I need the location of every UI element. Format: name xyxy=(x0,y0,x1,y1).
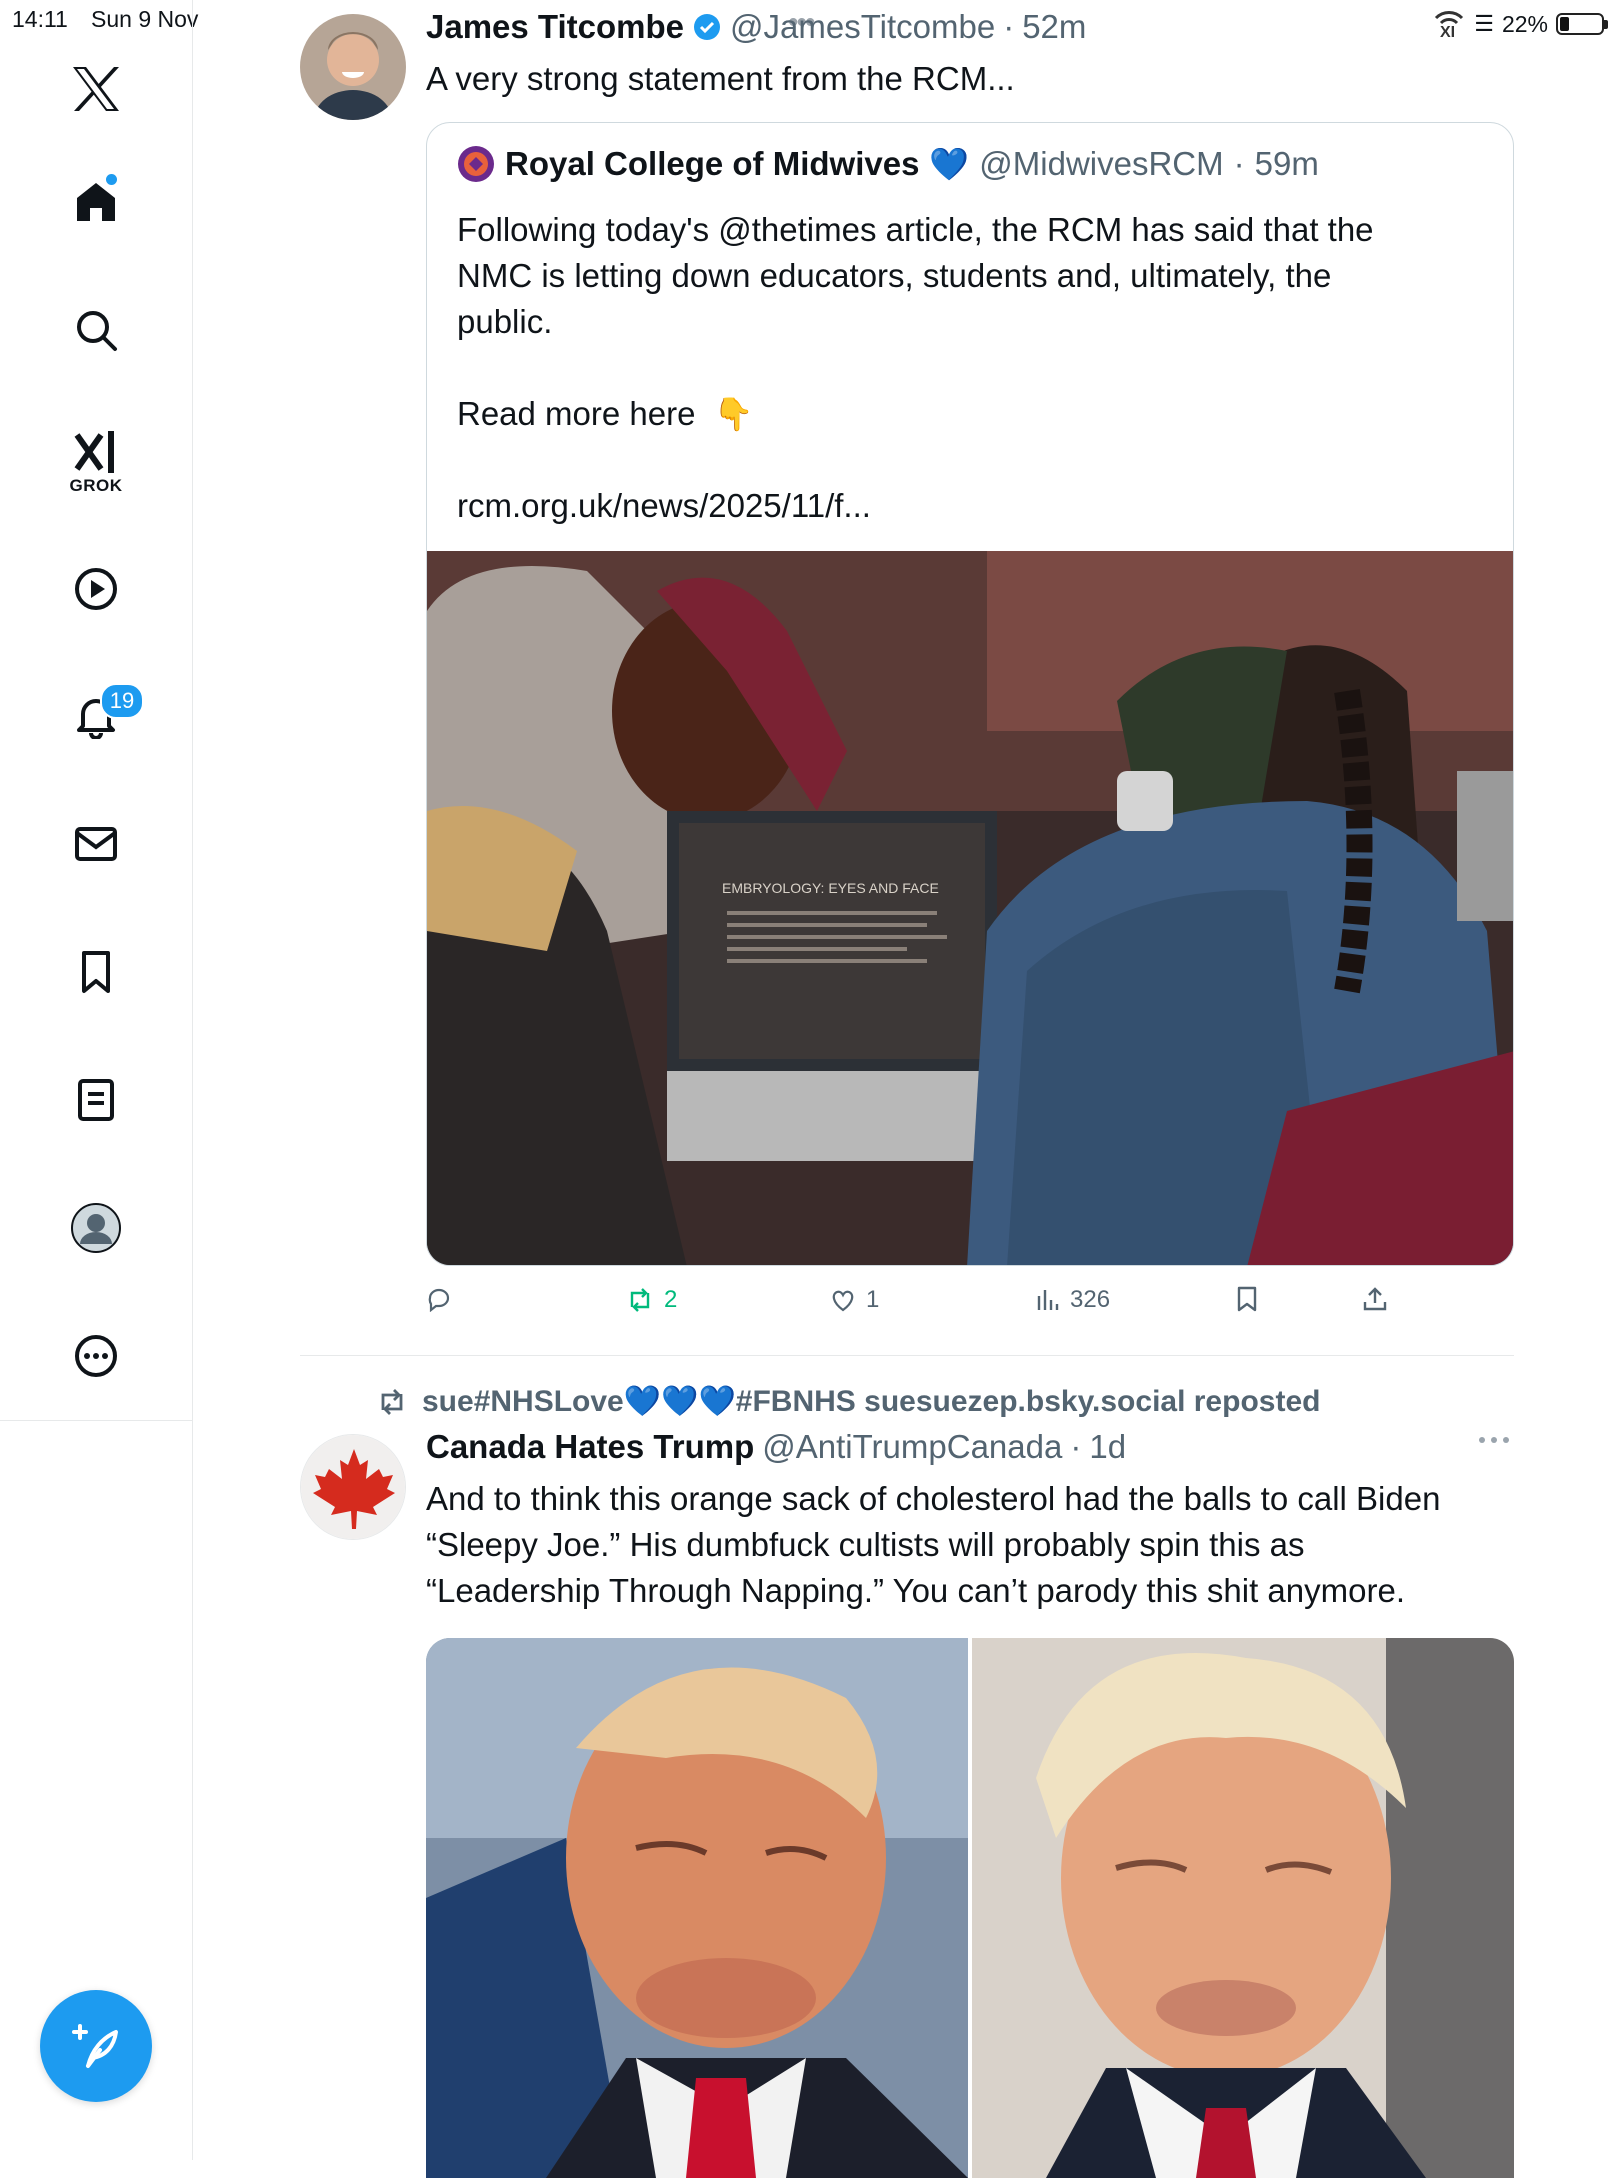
nav-messages[interactable] xyxy=(62,810,130,878)
laptop-screen-text: EMBRYOLOGY: EYES AND FACE xyxy=(722,880,939,896)
nav-profile[interactable] xyxy=(62,1194,130,1262)
tweet-media[interactable] xyxy=(426,1638,1514,2178)
more-options-button[interactable] xyxy=(1478,1432,1510,1453)
svg-text:XI: XI xyxy=(1440,24,1455,38)
search-icon xyxy=(77,311,117,351)
repost-context[interactable]: sue#NHSLove💙💙💙#FBNHS suesuezep.bsky.soci… xyxy=(376,1384,1320,1419)
quoted-tweet[interactable]: Royal College of Midwives 💙 @MidwivesRCM… xyxy=(426,122,1514,1266)
notifications-badge: 19 xyxy=(100,683,144,719)
quote-link[interactable]: rcm.org.uk/news/2025/11/f... xyxy=(457,483,1477,529)
compose-button[interactable] xyxy=(40,1990,152,2102)
quote-text: Following today's @thetimes article, the… xyxy=(457,207,1477,529)
tweet-header: James Titcombe @JamesTitcombe · 52m xyxy=(426,8,1087,46)
read-more-text: Read more here xyxy=(457,395,696,432)
bookmark-outline-icon xyxy=(1237,1286,1257,1312)
rcm-logo-icon xyxy=(458,146,494,182)
repost-context-text: sue#NHSLove💙💙💙#FBNHS suesuezep.bsky.soci… xyxy=(422,1385,1321,1418)
more-circle-icon xyxy=(75,1335,117,1377)
reply-button[interactable] xyxy=(426,1286,452,1312)
nav-videos[interactable] xyxy=(62,555,130,623)
tweet-actions: 2 1 326 xyxy=(426,1286,1426,1326)
nav-more[interactable] xyxy=(62,1322,130,1390)
views-chart-icon xyxy=(1037,1290,1059,1310)
battery-percent: 22% xyxy=(1501,10,1548,37)
profile-avatar-icon xyxy=(71,1203,121,1253)
author-avatar[interactable] xyxy=(300,14,406,120)
play-circle-icon xyxy=(75,568,117,610)
quote-author-handle[interactable]: @MidwivesRCM xyxy=(979,145,1223,183)
like-count: 1 xyxy=(866,1286,880,1313)
quote-header: Royal College of Midwives 💙 @MidwivesRCM… xyxy=(457,145,1319,183)
verified-badge-icon xyxy=(694,14,721,40)
repost-context-icon xyxy=(381,1388,403,1415)
grok-icon xyxy=(74,431,114,473)
nav-search[interactable] xyxy=(62,296,130,364)
quote-time[interactable]: 59m xyxy=(1255,145,1319,183)
tweet-text: A very strong statement from the RCM... xyxy=(426,60,1015,97)
x-logo-icon[interactable] xyxy=(62,55,130,123)
battery-fill xyxy=(1560,17,1569,31)
author-handle[interactable]: @AntiTrumpCanada xyxy=(762,1428,1062,1466)
pointing-down-icon: 👇 xyxy=(713,396,754,432)
quote-image[interactable]: EMBRYOLOGY: EYES AND FACE xyxy=(427,551,1513,1265)
tweet-text: And to think this orange sack of cholest… xyxy=(426,1480,1441,1609)
quote-author-name[interactable]: Royal College of Midwives xyxy=(505,145,919,183)
share-icon xyxy=(1363,1287,1387,1311)
nav-lists[interactable] xyxy=(62,1066,130,1134)
author-name[interactable]: Canada Hates Trump xyxy=(426,1428,754,1466)
nav-bookmarks[interactable] xyxy=(62,938,130,1006)
heart-icon xyxy=(832,1290,854,1312)
views-count: 326 xyxy=(1070,1286,1111,1313)
reply-icon xyxy=(428,1288,450,1312)
author-handle[interactable]: @JamesTitcombe xyxy=(730,8,995,46)
tweet-divider xyxy=(300,1355,1514,1356)
repost-count: 2 xyxy=(664,1286,678,1313)
repost-button[interactable]: 2 xyxy=(626,1286,677,1314)
battery-icon xyxy=(1556,13,1608,35)
list-document-icon xyxy=(78,1079,114,1121)
home-icon xyxy=(77,183,115,221)
tweet-time[interactable]: 1d xyxy=(1089,1428,1126,1466)
like-button[interactable]: 1 xyxy=(830,1286,879,1314)
mail-icon xyxy=(75,827,117,861)
share-button[interactable] xyxy=(1362,1286,1388,1312)
grok-label: GROK xyxy=(69,476,123,495)
tweet-time[interactable]: 52m xyxy=(1022,8,1086,46)
blue-heart-icon: 💙 xyxy=(929,146,970,182)
screen-mirroring-icon: XI xyxy=(1432,4,1466,44)
media-image-left[interactable] xyxy=(426,1638,968,2178)
compose-feather-icon xyxy=(72,2024,118,2068)
tweet-header: Canada Hates Trump @AntiTrumpCanada · 1d xyxy=(426,1428,1127,1466)
nav-home[interactable] xyxy=(62,168,130,236)
home-new-dot xyxy=(106,174,117,185)
author-name[interactable]: James Titcombe xyxy=(426,8,684,46)
media-image-right[interactable] xyxy=(972,1638,1514,2178)
list-icon: ☰ xyxy=(1474,11,1494,36)
maple-leaf-icon xyxy=(301,1435,405,1539)
repost-icon xyxy=(630,1288,650,1312)
views-button[interactable]: 326 xyxy=(1036,1286,1110,1314)
more-horizontal-icon xyxy=(1479,1437,1509,1443)
bookmark-button[interactable] xyxy=(1236,1286,1258,1312)
sidebar-divider xyxy=(0,1420,192,1421)
status-indicators: XI ☰ 22% xyxy=(1432,4,1608,44)
bookmark-icon xyxy=(82,951,110,993)
author-avatar[interactable] xyxy=(300,1434,406,1540)
sidebar: GROK 19 xyxy=(0,0,193,2160)
